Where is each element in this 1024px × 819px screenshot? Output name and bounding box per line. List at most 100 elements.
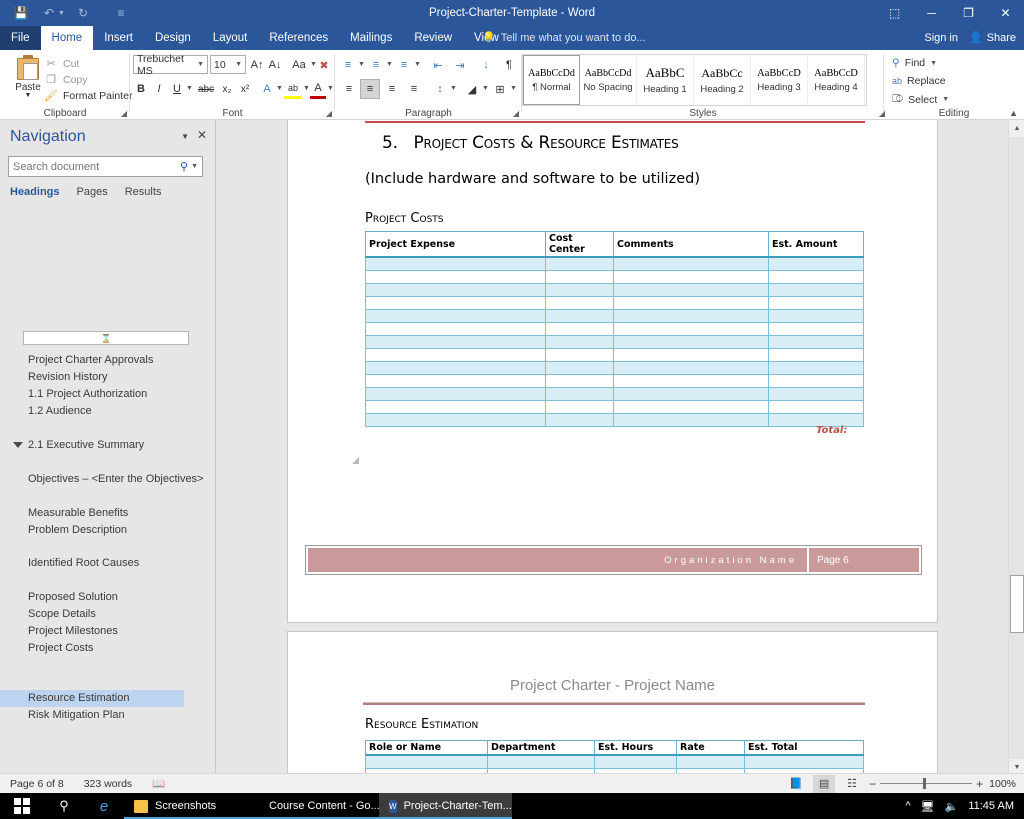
style-no-spacing[interactable]: AaBbCcDd No Spacing [580,55,637,105]
style-normal[interactable]: AaBbCcDd ¶ Normal [523,55,580,105]
italic-icon[interactable]: I [151,79,167,99]
nav-heading-audience[interactable]: 1.2 Audience [0,403,215,420]
table-row[interactable] [365,295,864,310]
cell[interactable] [613,269,769,284]
font-name-box[interactable]: Trebuchet MS ▼ [133,53,208,77]
cell[interactable] [365,321,546,336]
table-row[interactable] [365,334,864,349]
navigation-search-box[interactable]: ⚲ ▼ [8,156,203,177]
paste-dropdown-caret[interactable]: ▼ [25,92,32,99]
bullets-caret-icon[interactable]: ▼ [358,61,365,68]
grow-font-icon[interactable]: A↑ [248,55,266,75]
table-row[interactable] [365,412,864,427]
tab-insert[interactable]: Insert [93,26,144,50]
share-button[interactable]: 👤 Share [969,26,1016,50]
nav-tab-headings[interactable]: Headings [10,186,60,201]
select-caret-icon[interactable]: ▼ [942,96,949,103]
cell[interactable] [768,256,864,271]
navigation-close-icon[interactable]: ✕ [197,128,207,142]
table-row[interactable] [365,360,864,375]
zoom-level[interactable]: 100% [989,778,1016,790]
page-indicator[interactable]: Page 6 of 8 [0,778,74,790]
cell[interactable] [768,308,864,323]
cell[interactable] [365,399,546,414]
cell[interactable] [365,412,546,427]
cell[interactable] [768,399,864,414]
superscript-icon[interactable]: x² [237,79,253,99]
cell[interactable] [545,308,614,323]
search-input[interactable] [9,160,180,173]
cell[interactable] [365,256,546,271]
cell[interactable] [545,360,614,375]
cell[interactable] [768,269,864,284]
underline-caret-icon[interactable]: ▼ [186,85,193,92]
tab-mailings[interactable]: Mailings [339,26,403,50]
scrollbar-thumb[interactable] [1010,575,1024,633]
table-row[interactable] [365,269,864,284]
document-page-6[interactable]: 5. Project Costs & Resource Estimates (I… [287,120,938,623]
cell[interactable] [545,373,614,388]
tell-me-box[interactable]: 💡 Tell me what you want to do... [482,26,646,50]
justify-icon[interactable]: ≡ [404,79,424,99]
borders-icon[interactable]: ⊞ [491,79,509,99]
underline-icon[interactable]: U [169,79,185,99]
table-row[interactable] [365,256,864,271]
project-costs-table[interactable]: Project Expense Cost Center Comments Est… [365,231,864,427]
cell[interactable] [613,386,769,401]
nav-heading-scope-details[interactable]: Scope Details [0,606,215,623]
cell[interactable] [613,373,769,388]
cell[interactable] [365,360,546,375]
search-icon[interactable]: ⚲ [180,160,191,173]
print-layout-view-button[interactable]: ▤ [813,774,836,793]
cell[interactable] [613,295,769,310]
nav-heading-revision-history[interactable]: Revision History [0,369,215,386]
nav-tab-results[interactable]: Results [125,186,162,201]
table-row[interactable] [365,754,864,769]
document-vertical-scrollbar[interactable]: ▲ ▼ [1008,120,1024,776]
cell[interactable] [365,295,546,310]
cell[interactable] [613,256,769,271]
table-row[interactable] [365,282,864,297]
cell[interactable] [365,308,546,323]
cell[interactable] [545,386,614,401]
zoom-in-button[interactable]: + [976,777,983,791]
select-button[interactable]: ⎄ Select ▼ [892,93,949,106]
cell[interactable] [545,282,614,297]
volume-icon[interactable]: 🔈 [945,800,959,813]
tab-references[interactable]: References [258,26,339,50]
replace-button[interactable]: ab Replace [892,75,946,87]
bold-icon[interactable]: B [133,79,149,99]
cell[interactable] [613,412,769,427]
strikethrough-icon[interactable]: abc [195,79,217,99]
cell[interactable] [545,269,614,284]
style-heading-3[interactable]: AaBbCcD Heading 3 [751,55,808,105]
taskbar-item-screenshots[interactable]: Screenshots [124,793,252,819]
cell[interactable] [594,754,677,769]
cell[interactable] [768,295,864,310]
table-row[interactable] [365,373,864,388]
sign-in-button[interactable]: Sign in [924,26,958,50]
tab-review[interactable]: Review [403,26,463,50]
network-icon[interactable]: 🖥 [921,800,935,813]
shading-caret-icon[interactable]: ▼ [482,85,489,92]
style-heading-2[interactable]: AaBbCc Heading 2 [694,55,751,105]
proofing-errors-icon[interactable]: 📖 [142,777,175,790]
document-footer[interactable]: Organization Name Page 6 [305,545,922,575]
cell[interactable] [365,269,546,284]
cell[interactable] [545,321,614,336]
web-layout-view-button[interactable]: ☷ [841,775,863,793]
align-left-icon[interactable]: ≡ [339,79,359,99]
cell[interactable] [744,754,864,769]
expand-triangle-icon[interactable] [13,442,23,448]
font-name-caret-icon[interactable]: ▼ [193,61,204,68]
nav-heading-project-authorization[interactable]: 1.1 Project Authorization [0,386,215,403]
find-caret-icon[interactable]: ▼ [930,60,937,67]
restore-icon[interactable]: ❐ [950,0,987,26]
align-right-icon[interactable]: ≡ [382,79,402,99]
cell[interactable] [613,282,769,297]
table-row[interactable] [365,347,864,362]
borders-caret-icon[interactable]: ▼ [510,85,517,92]
cell[interactable] [545,256,614,271]
line-spacing-caret-icon[interactable]: ▼ [450,85,457,92]
minimize-icon[interactable]: ─ [913,0,950,26]
